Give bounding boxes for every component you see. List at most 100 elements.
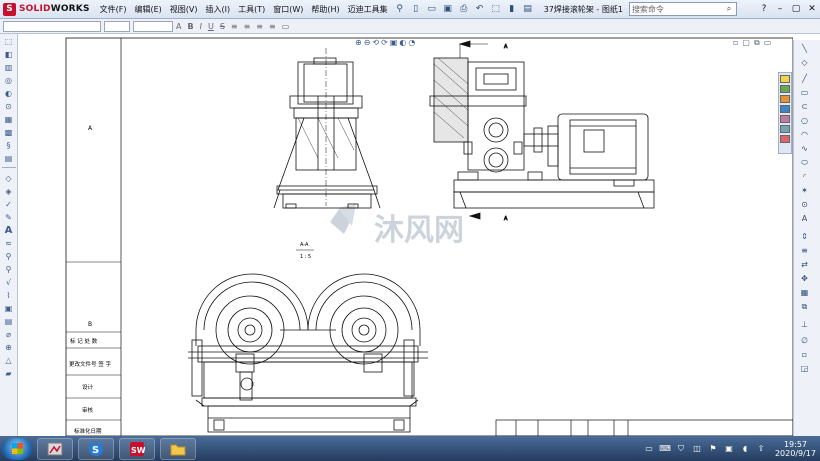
volume-icon[interactable]: ◖: [739, 444, 751, 453]
wave-icon[interactable]: ≈: [3, 238, 15, 249]
solidworks-logo[interactable]: S SOLIDWORKS: [0, 1, 96, 18]
pin-icon[interactable]: ⚲: [393, 2, 407, 16]
trim-icon[interactable]: ⇕: [798, 232, 811, 242]
fillet-icon[interactable]: ◜: [798, 172, 811, 182]
resources-tab-icon[interactable]: [780, 85, 790, 93]
centerline-icon[interactable]: ⊙: [798, 200, 811, 210]
save-icon[interactable]: ▣: [441, 2, 455, 16]
taskbar-app-sogou[interactable]: S: [78, 437, 114, 460]
diamond-icon[interactable]: ◇: [798, 58, 811, 68]
minimize-icon[interactable]: –: [772, 4, 788, 14]
dimension-icon[interactable]: ◇: [3, 173, 15, 184]
display-style-icon[interactable]: ▣: [390, 38, 398, 47]
undo-icon[interactable]: ↶: [473, 2, 487, 16]
mirror-icon[interactable]: ⇄: [798, 260, 811, 270]
flag-icon[interactable]: ⚑: [707, 444, 719, 453]
surface-finish-icon[interactable]: √: [3, 277, 15, 288]
hatch-icon[interactable]: ▰: [3, 368, 15, 379]
search-icon[interactable]: ⌕: [722, 4, 736, 14]
weld-icon[interactable]: ⌇: [3, 290, 15, 301]
copy-icon[interactable]: ⧉: [798, 302, 811, 312]
maximize-icon[interactable]: ▢: [788, 4, 804, 14]
font-A-button[interactable]: A: [176, 22, 181, 31]
sheet-close-icon[interactable]: ▭: [764, 38, 772, 48]
sheet-tile-icon[interactable]: ⧉: [754, 38, 760, 48]
pen-icon[interactable]: ✎: [3, 212, 15, 223]
table-icon[interactable]: ▤: [3, 316, 15, 327]
sheet-restore-icon[interactable]: ▢: [742, 38, 750, 48]
offset-icon[interactable]: ≡: [798, 246, 811, 256]
view-palette-tab-icon[interactable]: [780, 115, 790, 123]
move-icon[interactable]: ✥: [798, 274, 811, 284]
print-icon[interactable]: ⎙: [457, 2, 471, 16]
hide-show-icon[interactable]: ◐: [399, 38, 406, 47]
keyboard-icon[interactable]: ⌨: [659, 444, 671, 453]
align-left-icon[interactable]: ≡: [231, 22, 238, 31]
projected-icon[interactable]: ▤: [3, 153, 15, 164]
height-combo[interactable]: [133, 20, 173, 32]
options-icon[interactable]: ▤: [521, 2, 535, 16]
ellipse-icon[interactable]: ⬭: [798, 158, 811, 168]
font-combo[interactable]: [3, 20, 101, 32]
ruler-icon[interactable]: ▥: [3, 62, 15, 73]
layer-icon[interactable]: ◧: [3, 49, 15, 60]
text-frame-icon[interactable]: ▭: [282, 22, 290, 31]
italic-button[interactable]: I: [200, 22, 202, 31]
rebuild-icon[interactable]: ▮: [505, 2, 519, 16]
circle-icon[interactable]: ○: [798, 116, 811, 126]
close-icon[interactable]: ✕: [804, 4, 820, 14]
sheet-expand-icon[interactable]: ▫: [733, 38, 738, 48]
polyline-icon[interactable]: ╱: [798, 74, 811, 84]
bold-button[interactable]: B: [187, 22, 193, 31]
network-icon[interactable]: ◫: [691, 444, 703, 453]
menu-tools[interactable]: 工具(T): [234, 1, 269, 18]
help-icon[interactable]: ?: [756, 4, 772, 14]
smart-icon[interactable]: ◈: [3, 186, 15, 197]
open-folder-icon[interactable]: ▭: [425, 2, 439, 16]
new-document-icon[interactable]: ▯: [409, 2, 423, 16]
crop-icon[interactable]: ▩: [3, 127, 15, 138]
strike-button[interactable]: S: [220, 22, 225, 31]
design-library-tab-icon[interactable]: [780, 95, 790, 103]
align-center-icon[interactable]: ≡: [244, 22, 251, 31]
alternate-icon[interactable]: §: [3, 140, 15, 151]
sketch-icon[interactable]: ⬚: [3, 36, 15, 47]
file-explorer-tab-icon[interactable]: [780, 105, 790, 113]
detail-icon[interactable]: ⊙: [3, 101, 15, 112]
spline-icon[interactable]: ∿: [798, 144, 811, 154]
rectangle-icon[interactable]: ▭: [798, 88, 811, 98]
taskbar-app-explorer[interactable]: [37, 437, 73, 460]
align-right-icon[interactable]: ≡: [256, 22, 263, 31]
triangle-icon[interactable]: △: [3, 355, 15, 366]
repair-icon[interactable]: ▫: [798, 350, 811, 360]
spell-check-icon[interactable]: ✓: [3, 199, 15, 210]
menu-insert[interactable]: 插入(I): [202, 1, 235, 18]
previous-view-icon[interactable]: ⟲: [372, 38, 379, 47]
menu-view[interactable]: 视图(V): [166, 1, 202, 18]
appearances-tab-icon[interactable]: [780, 125, 790, 133]
arc-icon[interactable]: ◠: [798, 130, 811, 140]
balloon-icon[interactable]: ⚲: [3, 251, 15, 262]
line-icon[interactable]: ╲: [798, 44, 811, 54]
custom-properties-tab-icon[interactable]: [780, 135, 790, 143]
text-icon[interactable]: A: [798, 214, 811, 224]
menu-file[interactable]: 文件(F): [96, 1, 131, 18]
break-icon[interactable]: ▦: [3, 114, 15, 125]
relations-icon[interactable]: ⊥: [798, 320, 811, 330]
center-mark-icon[interactable]: ⊕: [3, 342, 15, 353]
taskbar-app-folder[interactable]: [160, 437, 196, 460]
start-button[interactable]: [2, 437, 32, 460]
zoom-fit-icon[interactable]: ⊕: [355, 38, 362, 47]
hole-callout-icon[interactable]: ⌀: [3, 329, 15, 340]
language-icon[interactable]: ▭: [643, 444, 655, 453]
datum-icon[interactable]: ▣: [3, 303, 15, 314]
pattern-icon[interactable]: ▦: [798, 288, 811, 298]
scene-icon[interactable]: ◔: [408, 38, 415, 47]
font-size-combo[interactable]: [104, 20, 130, 32]
view-icon[interactable]: ◎: [3, 75, 15, 86]
taskbar-app-solidworks[interactable]: SW: [119, 437, 155, 460]
menu-help[interactable]: 帮助(H): [307, 1, 343, 18]
search-input[interactable]: 搜索命令 ⌕: [628, 2, 737, 16]
menu-maidi-tools[interactable]: 迈迪工具集: [344, 1, 392, 18]
rotate-icon[interactable]: ⟳: [381, 38, 388, 47]
